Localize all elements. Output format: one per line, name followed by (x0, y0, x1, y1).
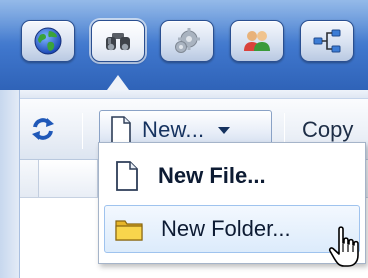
new-dropdown-menu: New File... New Folder... (98, 142, 366, 264)
file-icon (116, 161, 138, 191)
refresh-button[interactable] (28, 114, 58, 144)
settings-button[interactable] (160, 20, 214, 62)
active-tab-pointer (107, 75, 129, 90)
users-icon (244, 31, 270, 51)
gears-icon (175, 28, 200, 53)
copy-button[interactable]: Copy (302, 117, 353, 143)
menu-item-new-file[interactable]: New File... (104, 152, 360, 200)
menu-item-label: New Folder... (161, 216, 291, 241)
menu-item-label: New File... (158, 163, 266, 188)
top-icon-bar (0, 0, 368, 90)
users-button[interactable] (230, 20, 284, 62)
chevron-down-icon (218, 126, 231, 134)
globe-icon (34, 27, 62, 55)
globe-button[interactable] (21, 20, 75, 62)
document-icon (111, 116, 131, 144)
hand-pointer-icon (328, 226, 359, 267)
network-icon (313, 29, 341, 53)
folder-icon (115, 220, 143, 241)
binoculars-icon (106, 33, 130, 51)
refresh-icon (32, 118, 54, 140)
column-header-cell[interactable] (38, 160, 98, 197)
network-button[interactable] (300, 20, 354, 62)
app-window: New... Copy New File... New Folder... (0, 0, 368, 278)
left-rail (0, 90, 20, 278)
new-button-label: New... (142, 117, 205, 142)
binoculars-button[interactable] (91, 20, 145, 62)
menu-item-new-folder[interactable]: New Folder... (104, 205, 360, 253)
